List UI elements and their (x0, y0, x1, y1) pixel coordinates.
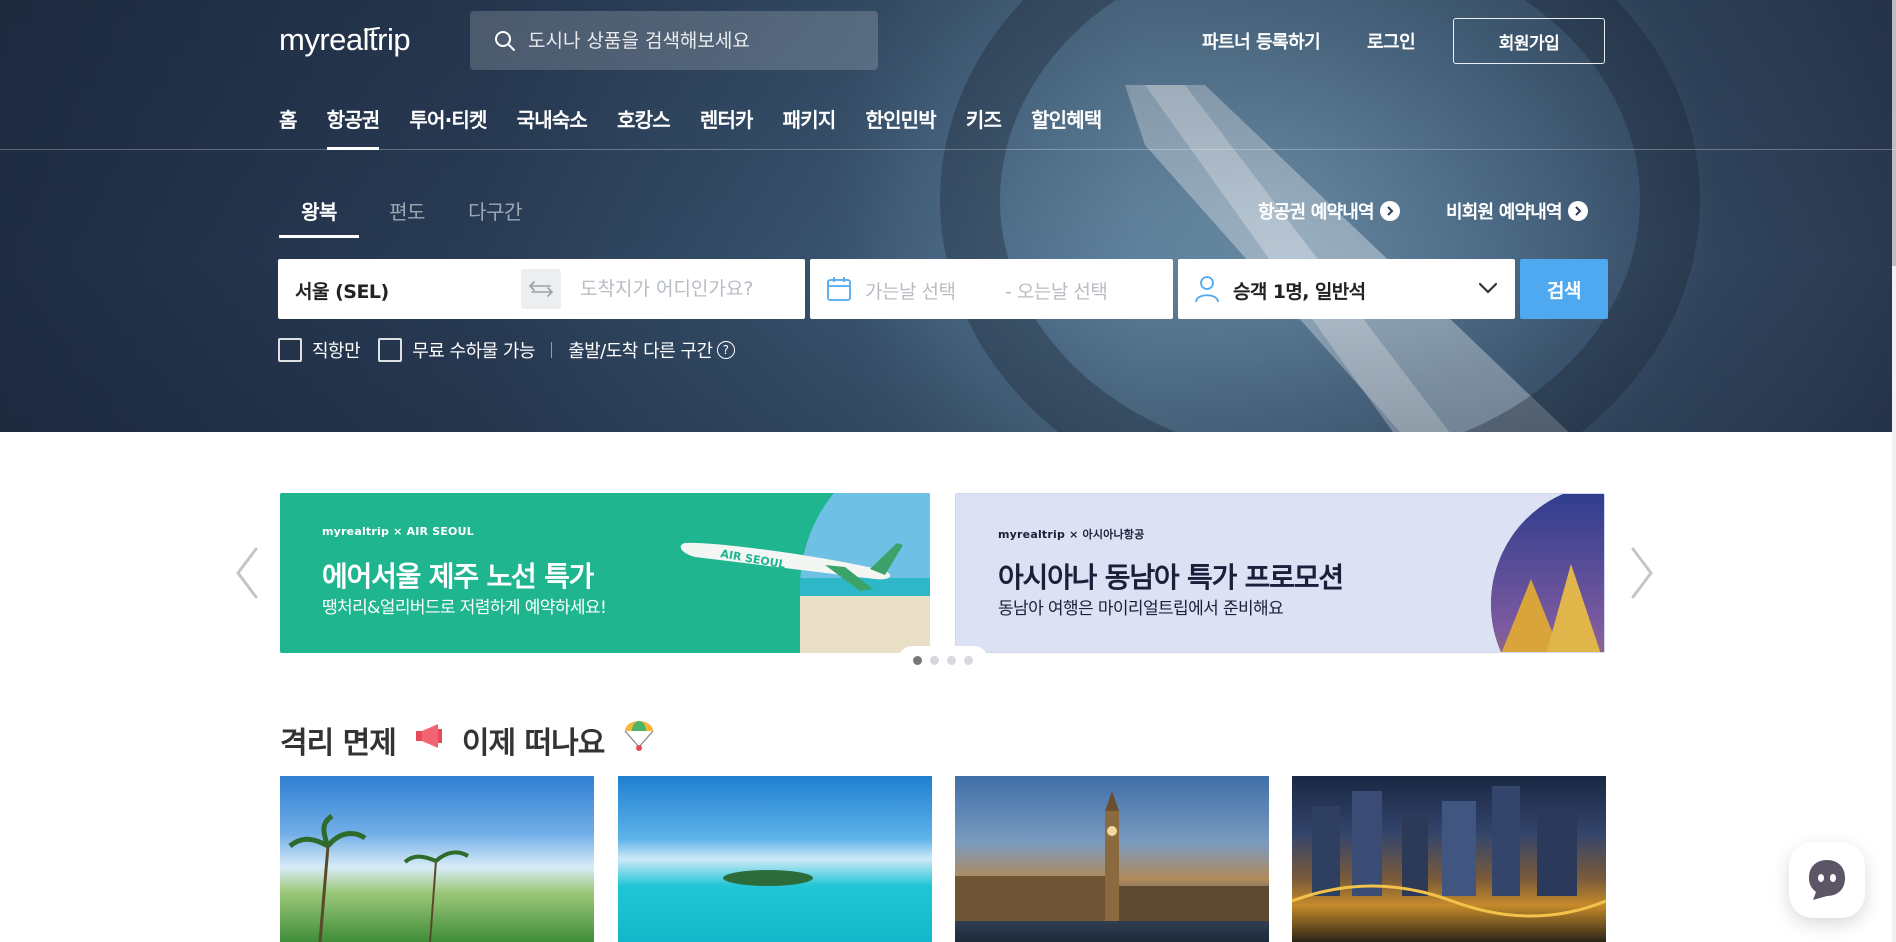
chat-bot-button[interactable] (1789, 842, 1865, 918)
date-field[interactable]: 가는날 선택 - 오는날 선택 (810, 259, 1173, 319)
banner-brand-label: myrealtrip × AIR SEOUL (322, 525, 474, 538)
island-sea-photo (723, 870, 813, 886)
passenger-class-value: 승객 1명, 일반석 (1233, 281, 1366, 303)
nav-item-hotel-staycation[interactable]: 호캉스 (617, 104, 671, 150)
depart-date-placeholder[interactable]: 가는날 선택 (865, 277, 956, 304)
destination-card[interactable] (280, 776, 594, 942)
chevron-right-icon (1567, 201, 1588, 221)
nav-item-rental-car[interactable]: 렌터카 (700, 104, 754, 150)
destination-input[interactable] (580, 269, 795, 309)
destination-card[interactable] (1292, 776, 1606, 942)
flight-reservations-link[interactable]: 항공권 예약내역 (1258, 198, 1400, 224)
direct-only-checkbox[interactable] (278, 338, 302, 362)
nav-item-domestic-stay[interactable]: 국내숙소 (517, 104, 588, 150)
destination-card[interactable] (955, 776, 1269, 942)
help-icon[interactable]: ? (716, 341, 735, 359)
city-night-photo (1292, 786, 1606, 918)
origin-field[interactable]: 서울 (SEL) (295, 277, 389, 304)
option-divider (551, 342, 553, 358)
swap-arrows-icon (528, 281, 554, 297)
big-ben-photo (955, 791, 1269, 921)
carousel-dot[interactable] (913, 655, 922, 665)
partner-register-link[interactable]: 파트너 등록하기 (1202, 28, 1321, 54)
carousel-dot[interactable] (964, 655, 973, 665)
open-jaw-link[interactable]: 출발/도착 다른 구간 (568, 337, 713, 363)
flight-reservations-label: 항공권 예약내역 (1258, 202, 1375, 223)
chat-bot-icon (1809, 860, 1845, 900)
tab-one-way[interactable]: 편도 (367, 196, 447, 238)
free-baggage-label[interactable]: 무료 수하물 가능 (412, 337, 535, 363)
nav-item-kids[interactable]: 키즈 (966, 104, 1002, 150)
signup-button[interactable]: 회원가입 (1453, 18, 1605, 64)
nav-item-tours-tickets[interactable]: 투어·티켓 (409, 104, 487, 150)
flight-options: 직항만 무료 수하물 가능 출발/도착 다른 구간 ? (278, 337, 735, 363)
passenger-class-select[interactable]: 승객 1명, 일반석 (1178, 259, 1515, 319)
route-field: 서울 (SEL) (278, 259, 805, 319)
chevron-down-icon (1478, 282, 1498, 294)
person-icon (1195, 276, 1219, 303)
destination-card[interactable] (618, 776, 932, 942)
air-seoul-promo-banner[interactable]: AIR SEOUL myrealtrip × AIR SEOUL 에어서울 제주… (280, 493, 930, 653)
section-title: 격리 면제 이제 떠나요 (280, 718, 674, 762)
megaphone-icon (414, 721, 444, 759)
section-title-part2: 이제 떠나요 (461, 726, 605, 761)
parachute-icon (622, 719, 656, 761)
flight-search-button[interactable]: 검색 (1520, 259, 1608, 319)
swap-route-button[interactable] (521, 269, 561, 309)
tropical-beach-photo (288, 813, 470, 942)
guest-reservations-link[interactable]: 비회원 예약내역 (1446, 198, 1588, 224)
banner-title: 아시아나 동남아 특가 프로모션 (998, 561, 1344, 594)
direct-only-label[interactable]: 직항만 (312, 337, 361, 363)
carousel-dot[interactable] (947, 655, 956, 665)
search-icon (495, 30, 515, 51)
temple-photo (1491, 494, 1604, 652)
nav-item-flights[interactable]: 항공권 (326, 104, 380, 150)
airplane-image: AIR SEOUL (680, 542, 903, 591)
nav-item-package[interactable]: 패키지 (783, 104, 837, 150)
banner-brand-label: myrealtrip × 아시아나항공 (998, 528, 1145, 541)
free-baggage-checkbox[interactable] (378, 338, 403, 362)
banner-title: 에어서울 제주 노선 특가 (322, 560, 594, 593)
site-search-box[interactable] (470, 11, 878, 70)
nav-divider (0, 149, 1896, 150)
main-nav: 홈 항공권 투어·티켓 국내숙소 호캉스 렌터카 패키지 한인민박 키즈 할인혜… (279, 104, 1131, 150)
banner-subtitle: 땡처리&얼리버드로 저렴하게 예약하세요! (322, 598, 607, 618)
hero-section: myrealtrip 파트너 등록하기 로그인 회원가입 홈 항공권 투어·티켓… (0, 0, 1896, 432)
trip-type-tabs: 왕복 편도 다구간 (279, 196, 535, 238)
nav-item-deals[interactable]: 할인혜택 (1031, 104, 1102, 150)
carousel-pagination (898, 646, 988, 674)
guest-reservations-label: 비회원 예약내역 (1446, 202, 1563, 223)
tab-round-trip[interactable]: 왕복 (279, 196, 359, 238)
section-title-part1: 격리 면제 (280, 726, 397, 761)
logo-accent-mark (364, 27, 380, 31)
carousel-dot[interactable] (930, 655, 939, 665)
site-header: myrealtrip 파트너 등록하기 로그인 회원가입 홈 항공권 투어·티켓… (0, 0, 1896, 150)
nav-item-home[interactable]: 홈 (279, 104, 297, 150)
logo-text: myrealtrip (279, 22, 411, 57)
chevron-right-icon (1379, 201, 1400, 221)
tab-multi-city[interactable]: 다구간 (455, 196, 535, 238)
myrealtrip-logo[interactable]: myrealtrip (279, 22, 441, 60)
nav-item-korean-guesthouse[interactable]: 한인민박 (865, 104, 936, 150)
site-search-input[interactable] (528, 29, 858, 52)
login-link[interactable]: 로그인 (1367, 28, 1416, 54)
calendar-icon (827, 277, 851, 301)
asiana-promo-banner[interactable]: myrealtrip × 아시아나항공 아시아나 동남아 특가 프로모션 동남아… (955, 493, 1605, 653)
banner-subtitle: 동남아 여행은 마이리얼트립에서 준비해요 (998, 599, 1284, 619)
carousel-prev-arrow[interactable] (232, 545, 262, 601)
carousel-next-arrow[interactable] (1627, 545, 1657, 601)
return-date-placeholder[interactable]: - 오는날 선택 (1005, 277, 1108, 304)
